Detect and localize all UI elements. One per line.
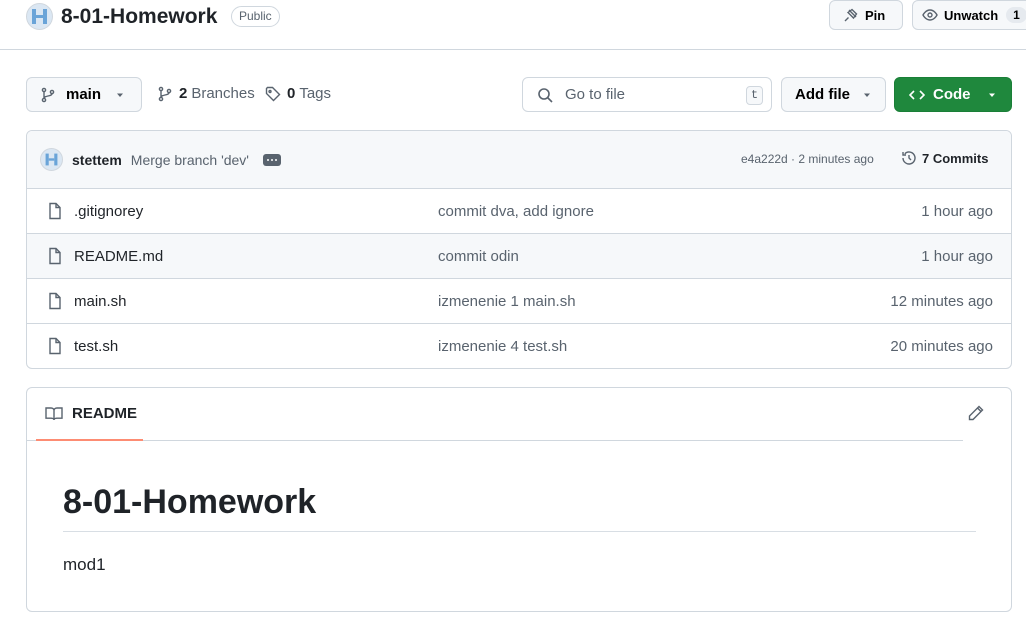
- pin-button[interactable]: Pin: [829, 0, 903, 30]
- edit-readme-button[interactable]: [967, 404, 985, 422]
- file-row[interactable]: test.sh izmenenie 4 test.sh 20 minutes a…: [27, 324, 1011, 368]
- visibility-badge: Public: [231, 6, 280, 27]
- commit-hash-time[interactable]: e4a222d · 2 minutes ago: [741, 152, 874, 166]
- pencil-icon: [967, 404, 985, 422]
- readme-panel: README 8-01-Homework mod1: [26, 387, 1012, 612]
- file-updated-time: 1 hour ago: [921, 203, 993, 220]
- file-name[interactable]: README.md: [74, 248, 163, 265]
- repo-owner-avatar[interactable]: [26, 3, 53, 30]
- owner-identicon-icon: [32, 9, 47, 24]
- repo-title[interactable]: 8-01-Homework: [61, 5, 217, 29]
- code-button[interactable]: Code: [894, 77, 1012, 112]
- file-commit-message[interactable]: izmenenie 1 main.sh: [438, 293, 576, 310]
- file-name[interactable]: .gitignorey: [74, 203, 143, 220]
- chevron-down-icon: [115, 90, 125, 100]
- chevron-down-icon: [862, 90, 872, 100]
- file-commit-message[interactable]: commit dva, add ignore: [438, 203, 594, 220]
- readme-header: README: [27, 388, 963, 441]
- branch-select-button[interactable]: main: [26, 77, 142, 112]
- expand-commit-button[interactable]: [262, 153, 281, 166]
- book-icon: [45, 406, 63, 422]
- file-browser: stettem Merge branch 'dev' e4a222d · 2 m…: [26, 130, 1012, 369]
- pin-icon: [843, 7, 859, 23]
- file-row[interactable]: main.sh izmenenie 1 main.sh 12 minutes a…: [27, 279, 1011, 324]
- search-input[interactable]: [563, 85, 733, 104]
- tab-readme[interactable]: README: [36, 388, 143, 441]
- readme-tab-label: README: [72, 405, 138, 422]
- history-icon: [901, 150, 917, 166]
- eye-icon: [922, 7, 938, 23]
- commits-label: 7 Commits: [922, 150, 989, 166]
- branches-count: 2: [179, 85, 188, 102]
- file-name[interactable]: test.sh: [74, 338, 118, 355]
- repo-header: 8-01-Homework Public Pin Unwatch 1: [0, 0, 1026, 50]
- branch-name: main: [66, 86, 102, 103]
- git-branch-icon: [40, 87, 56, 103]
- chevron-down-icon: [987, 90, 997, 100]
- file-icon: [47, 337, 63, 355]
- file-updated-time: 1 hour ago: [921, 248, 993, 265]
- avatar[interactable]: [40, 148, 63, 171]
- author-identicon-icon: [45, 153, 58, 166]
- keyboard-shortcut-hint: t: [746, 86, 763, 105]
- watch-label: Unwatch: [944, 7, 999, 23]
- code-icon: [909, 87, 925, 103]
- readme-body-text: mod1: [63, 555, 106, 574]
- commits-history-link[interactable]: 7 Commits: [901, 150, 988, 166]
- file-icon: [47, 292, 63, 310]
- branches-label: Branches: [191, 85, 255, 102]
- file-commit-message[interactable]: commit odin: [438, 248, 519, 265]
- search-icon: [537, 87, 553, 103]
- tag-icon: [265, 86, 281, 102]
- tags-link[interactable]: 0 Tags: [265, 85, 331, 102]
- tags-label: Tags: [299, 85, 332, 102]
- file-row[interactable]: .gitignorey commit dva, add ignore 1 hou…: [27, 189, 1011, 234]
- commit-message[interactable]: Merge branch 'dev': [131, 152, 249, 168]
- file-icon: [47, 202, 63, 220]
- file-row[interactable]: README.md commit odin 1 hour ago: [27, 234, 1011, 279]
- tags-count: 0: [287, 85, 296, 102]
- watch-button[interactable]: Unwatch 1: [912, 0, 1026, 30]
- branches-link[interactable]: 2 Branches: [157, 85, 255, 102]
- go-to-file-search[interactable]: t: [522, 77, 772, 112]
- commit-author[interactable]: stettem: [72, 152, 122, 168]
- file-updated-time: 20 minutes ago: [890, 338, 993, 355]
- file-updated-time: 12 minutes ago: [890, 293, 993, 310]
- add-file-label: Add file: [795, 86, 850, 103]
- code-label: Code: [933, 86, 971, 103]
- add-file-button[interactable]: Add file: [781, 77, 886, 112]
- latest-commit-bar: stettem Merge branch 'dev' e4a222d · 2 m…: [27, 131, 1011, 189]
- file-commit-message[interactable]: izmenenie 4 test.sh: [438, 338, 567, 355]
- readme-heading: 8-01-Homework: [63, 482, 976, 532]
- git-branch-icon: [157, 86, 173, 102]
- file-icon: [47, 247, 63, 265]
- pin-label: Pin: [865, 7, 886, 23]
- file-name[interactable]: main.sh: [74, 293, 127, 310]
- watch-count: 1: [1006, 7, 1026, 23]
